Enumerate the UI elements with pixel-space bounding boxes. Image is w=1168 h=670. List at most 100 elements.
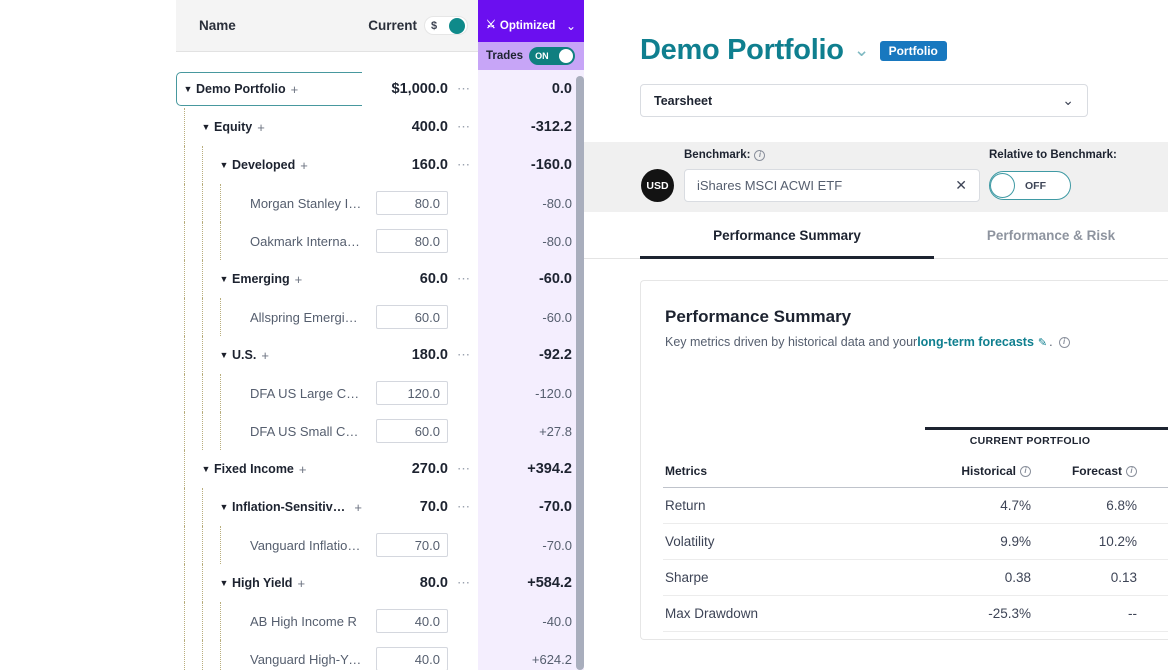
info-icon[interactable]: i: [754, 150, 765, 161]
tree-row-optimized-value: -60.0: [542, 310, 572, 325]
benchmark-input[interactable]: iShares MSCI ACWI ETF ✕: [684, 169, 980, 202]
chevron-down-icon[interactable]: ▼: [218, 160, 230, 170]
tree-row[interactable]: Vanguard High-Yiel…40.0+624.2: [176, 640, 584, 670]
tree-row-current-input[interactable]: 60.0: [376, 419, 448, 443]
tree-row-optimized-cell: +27.8: [478, 412, 584, 450]
column-header-current-label[interactable]: Current: [368, 18, 417, 33]
row-menu-icon[interactable]: ⋯: [454, 271, 474, 287]
tree-row[interactable]: ▼Inflation-Sensitive B…+70.0⋯-70.0: [176, 488, 584, 526]
tree-row[interactable]: ▼Fixed Income+270.0⋯+394.2: [176, 450, 584, 488]
tree-row[interactable]: Vanguard Inflation-… 70.0 -70.0: [176, 526, 584, 564]
metrics-column-header-historical: Historical i: [925, 464, 1031, 478]
tab-performance-summary[interactable]: Performance Summary: [640, 212, 934, 259]
add-icon[interactable]: +: [291, 82, 299, 97]
tree-row-optimized-cell: -80.0: [478, 184, 584, 222]
tree-row-optimized-value: +27.8: [539, 424, 572, 439]
tree-row-optimized-cell: -60.0: [478, 298, 584, 336]
tree-row-optimized-cell: -60.0: [478, 260, 584, 298]
tree-row-current-value: 60.0: [420, 271, 448, 287]
tree-row-value-cell: 80.0: [362, 184, 478, 222]
tree-row[interactable]: Allspring Emerging …60.0-60.0: [176, 298, 584, 336]
tree-row-optimized-cell: -70.0: [478, 526, 584, 564]
row-menu-icon[interactable]: ⋯: [454, 81, 474, 97]
chevron-down-icon[interactable]: ⌄: [854, 39, 870, 62]
tree-row[interactable]: ▼High Yield+80.0⋯+584.2: [176, 564, 584, 602]
row-menu-icon[interactable]: ⋯: [454, 461, 474, 477]
page-title: Demo Portfolio: [640, 34, 844, 67]
metrics-row: Max Drawdown-25.3%--: [663, 596, 1168, 632]
tree-row-current-input[interactable]: 80.0: [376, 229, 448, 253]
tree-row-current-value: 180.0: [412, 347, 448, 363]
tree-row[interactable]: ▼U.S.+180.0⋯-92.2: [176, 336, 584, 374]
add-icon[interactable]: +: [299, 462, 307, 477]
tree-row-optimized-cell: -80.0: [478, 222, 584, 260]
chevron-down-icon[interactable]: ▼: [218, 578, 230, 588]
tab-performance-and-risk[interactable]: Performance & Risk: [934, 212, 1168, 259]
add-icon[interactable]: +: [297, 576, 305, 591]
add-icon[interactable]: +: [261, 348, 269, 363]
close-icon[interactable]: ✕: [955, 177, 967, 194]
chevron-down-icon[interactable]: ⌄: [566, 19, 576, 33]
tree-row-name-cell: DFA US Small Cap …: [176, 412, 362, 450]
tree-row-current-input[interactable]: 120.0: [376, 381, 448, 405]
currency-unit-toggle[interactable]: $: [424, 16, 468, 35]
row-menu-icon[interactable]: ⋯: [454, 347, 474, 363]
tree-row[interactable]: AB High Income R40.0-40.0: [176, 602, 584, 640]
chevron-down-icon: ⌄: [1062, 92, 1074, 109]
tree-leaf-label: Vanguard Inflation-…: [250, 538, 362, 553]
trades-toggle[interactable]: ON: [529, 47, 575, 65]
tree-row-current-input[interactable]: 40.0: [376, 609, 448, 633]
info-icon[interactable]: i: [1020, 466, 1031, 477]
metrics-row-forecast: --: [1031, 606, 1137, 621]
info-icon[interactable]: i: [1059, 337, 1070, 348]
currency-badge[interactable]: USD: [641, 169, 674, 202]
chevron-down-icon[interactable]: ▼: [200, 122, 212, 132]
add-icon[interactable]: +: [295, 272, 303, 287]
tree-row-optimized-value: -70.0: [539, 499, 572, 515]
row-menu-icon[interactable]: ⋯: [454, 119, 474, 135]
tree-row-value-cell: 80.0⋯: [362, 564, 478, 602]
add-icon[interactable]: +: [300, 158, 308, 173]
tree-row[interactable]: ▼Emerging+60.0⋯-60.0: [176, 260, 584, 298]
add-icon[interactable]: +: [257, 120, 265, 135]
card-subtitle-pre: Key metrics driven by historical data an…: [665, 335, 917, 349]
tree-row[interactable]: Oakmark Internatio… 80.0 -80.0: [176, 222, 584, 260]
tree-vertical-scrollbar[interactable]: [576, 76, 584, 670]
edit-icon[interactable]: ✎: [1038, 336, 1047, 349]
chevron-down-icon[interactable]: ▼: [218, 274, 230, 284]
chevron-down-icon[interactable]: ▼: [218, 350, 230, 360]
tree-row-current-input[interactable]: 60.0: [376, 305, 448, 329]
tree-row[interactable]: ▼Equity+400.0⋯-312.2: [176, 108, 584, 146]
tree-row-name-cell: Vanguard High-Yiel…: [176, 640, 362, 670]
chevron-down-icon[interactable]: ▼: [182, 84, 194, 94]
tree-row-optimized-cell: +394.2: [478, 450, 584, 488]
portfolio-header: Demo Portfolio ⌄ Portfolio: [640, 34, 947, 67]
current-portfolio-rule: [925, 427, 1168, 430]
chevron-down-icon[interactable]: ▼: [218, 502, 230, 512]
row-menu-icon[interactable]: ⋯: [454, 157, 474, 173]
column-header-name[interactable]: Name: [176, 18, 362, 33]
row-menu-icon[interactable]: ⋯: [454, 499, 474, 515]
chevron-down-icon[interactable]: ▼: [200, 464, 212, 474]
tree-row-current-input[interactable]: 40.0: [376, 647, 448, 670]
metrics-column-header-forecast-label: Forecast: [1072, 464, 1122, 478]
row-menu-icon[interactable]: ⋯: [454, 575, 474, 591]
tree-row-value-cell: 60.0: [362, 298, 478, 336]
tree-row-current-input[interactable]: 70.0: [376, 533, 448, 557]
tree-row-name-cell: AB High Income R: [176, 602, 362, 640]
relative-to-benchmark-toggle[interactable]: OFF: [989, 171, 1071, 200]
tree-row-optimized-value: -70.0: [542, 538, 572, 553]
tree-leaf-label: Oakmark Internatio…: [250, 234, 362, 249]
tree-row[interactable]: ▼Developed+160.0⋯-160.0: [176, 146, 584, 184]
tree-row-current-input[interactable]: 80.0: [376, 191, 448, 215]
add-icon[interactable]: +: [354, 500, 362, 515]
tree-row[interactable]: DFA US Large Cap …120.0-120.0: [176, 374, 584, 412]
tree-row[interactable]: ▼Demo Portfolio+$1,000.0⋯0.0: [176, 70, 584, 108]
view-select[interactable]: Tearsheet ⌄: [640, 84, 1088, 117]
portfolio-tree-panel: Name Current $ ⚔ Optimized ⌄ Trades ON: [176, 0, 584, 670]
tree-row[interactable]: Morgan Stanley Ins…80.0-80.0: [176, 184, 584, 222]
relative-to-benchmark-label: Relative to Benchmark:: [989, 149, 1117, 161]
long-term-forecasts-link[interactable]: long-term forecasts: [917, 335, 1034, 349]
tree-row[interactable]: DFA US Small Cap … 60.0 +27.8: [176, 412, 584, 450]
info-icon[interactable]: i: [1126, 466, 1137, 477]
